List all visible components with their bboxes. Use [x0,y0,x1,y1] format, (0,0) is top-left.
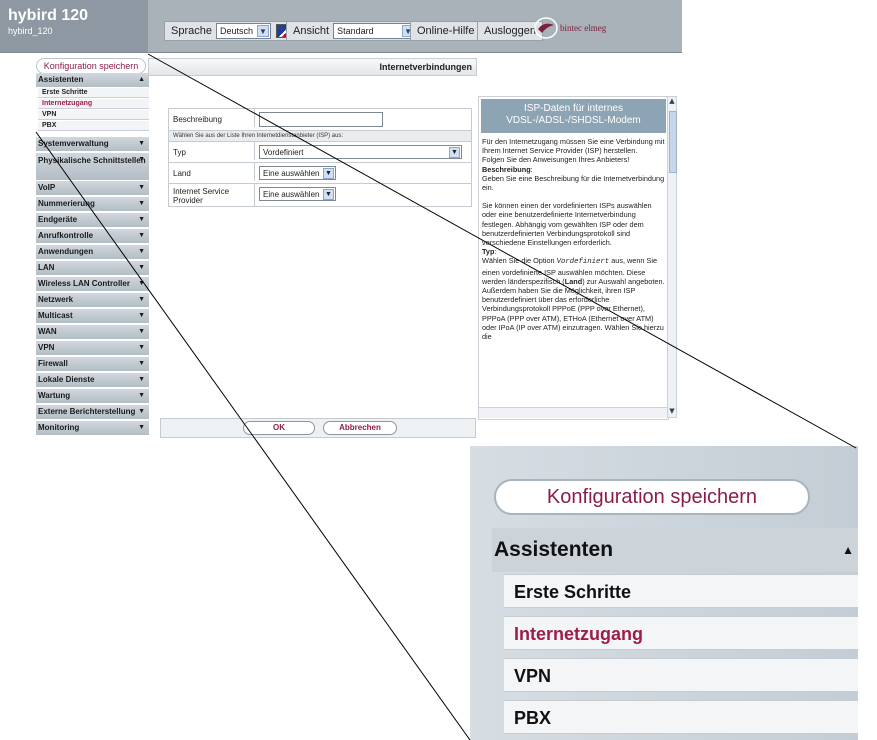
zoom-callout-lines [35,53,857,740]
